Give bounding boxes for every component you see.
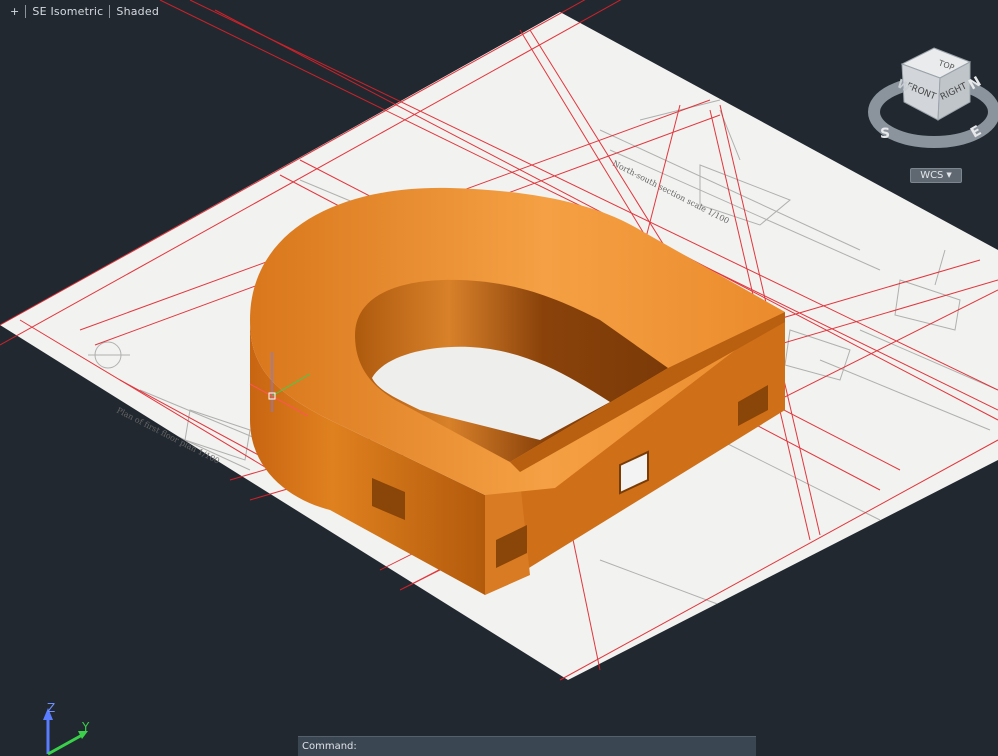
model-scene[interactable]: North-south section scale 1/100 Plan of … xyxy=(0,0,998,756)
visual-style-menu[interactable]: Shaded xyxy=(112,5,163,18)
ucs-icon: Z Y xyxy=(43,701,90,756)
ucs-y-label: Y xyxy=(81,720,90,734)
command-prompt: Command: xyxy=(302,741,357,752)
compass-south[interactable]: S xyxy=(880,126,890,142)
view-preset-menu[interactable]: SE Isometric xyxy=(28,5,107,18)
viewcube[interactable]: TOP FRONT RIGHT N S E W xyxy=(866,40,998,150)
ucs-z-label: Z xyxy=(47,701,55,715)
command-input[interactable] xyxy=(360,740,756,753)
drawing-viewport[interactable]: North-south section scale 1/100 Plan of … xyxy=(0,0,998,756)
viewport-controls: + SE Isometric Shaded xyxy=(6,3,163,19)
command-line[interactable]: Command: xyxy=(298,736,756,756)
viewport-menu-button[interactable]: + xyxy=(6,5,23,18)
chevron-down-icon: ▼ xyxy=(946,171,952,179)
wcs-dropdown[interactable]: WCS ▼ xyxy=(910,168,962,183)
separator xyxy=(109,4,111,18)
wcs-label: WCS xyxy=(920,170,944,181)
separator xyxy=(25,4,27,18)
